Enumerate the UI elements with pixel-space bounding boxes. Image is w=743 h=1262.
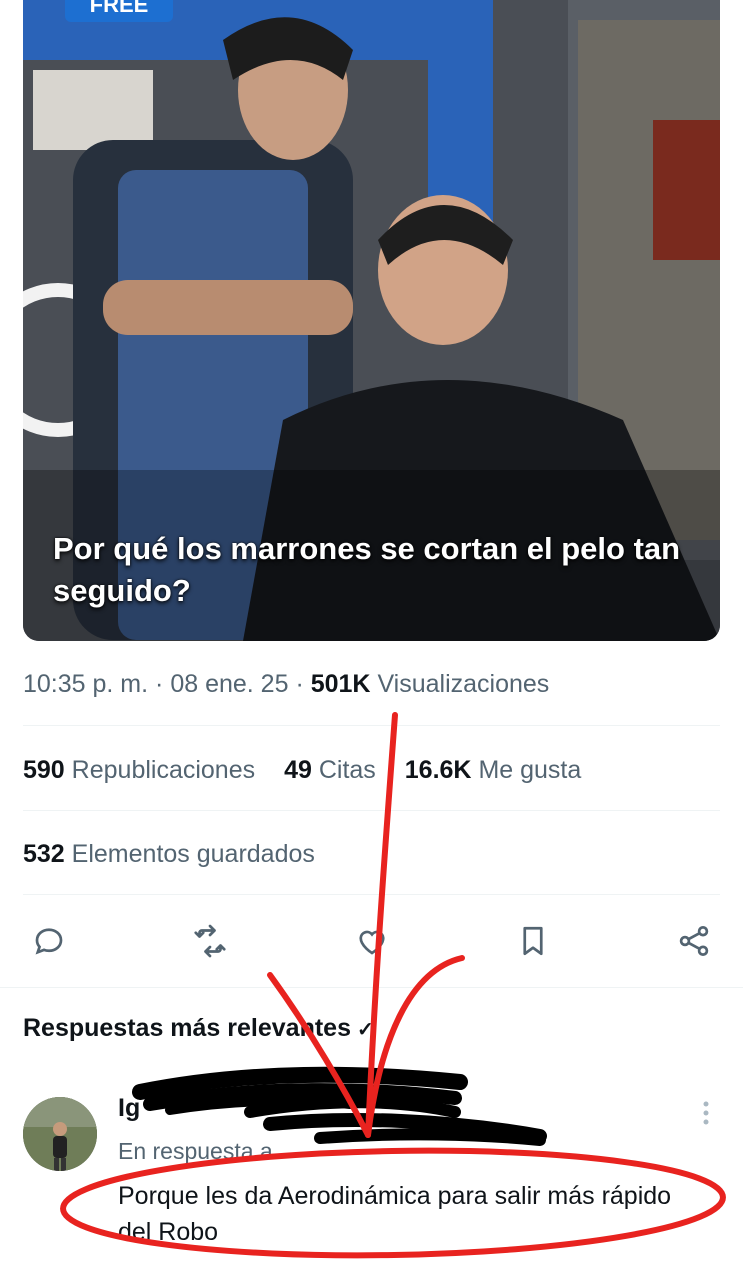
bookmark-icon — [523, 926, 543, 956]
quotes-stat[interactable]: 49 Citas — [284, 756, 376, 785]
reply-text: Porque les da Aerodinámica para salir má… — [118, 1182, 672, 1246]
bookmarks-label: Elementos guardados — [71, 840, 315, 868]
engagement-stats: 590 Republicaciones 49 Citas 16.6K Me gu… — [23, 756, 603, 785]
share-icon — [679, 926, 709, 956]
meta-separator: · — [295, 670, 311, 698]
likes-label: Me gusta — [478, 756, 582, 784]
likes-stat[interactable]: 16.6K Me gusta — [405, 756, 582, 785]
replies-title: Respuestas más relevantes — [23, 1014, 351, 1042]
like-button[interactable] — [346, 915, 398, 967]
quotes-count: 49 — [284, 756, 312, 784]
free-badge: FREE — [65, 0, 173, 22]
divider — [23, 810, 720, 811]
section-divider — [0, 987, 743, 988]
bookmark-button[interactable] — [507, 915, 559, 967]
quotes-label: Citas — [318, 756, 376, 784]
reply-author-name[interactable]: Ig — [118, 1094, 140, 1123]
media-caption: Por qué los marrones se cortan el pelo t… — [53, 531, 681, 608]
action-bar — [23, 915, 720, 967]
scribble-redaction — [132, 1066, 547, 1146]
tweet-meta: 10:35 p. m. · 08 ene. 25 · 501K Visualiz… — [23, 670, 549, 699]
views-label: Visualizaciones — [377, 670, 550, 698]
reposts-count: 590 — [23, 756, 65, 784]
avatar-image — [23, 1097, 97, 1171]
bookmarks-stat[interactable]: 532 Elementos guardados — [23, 840, 315, 869]
tweet-date[interactable]: 08 ene. 25 — [170, 670, 288, 698]
reply-icon — [35, 928, 63, 955]
share-button[interactable] — [668, 915, 720, 967]
meta-separator: · — [155, 670, 171, 698]
divider — [23, 894, 720, 895]
more-options-icon[interactable] — [696, 1098, 716, 1128]
likes-count: 16.6K — [404, 756, 472, 784]
tweet-time[interactable]: 10:35 p. m. — [23, 670, 148, 698]
chevron-down-icon: ✓ — [356, 1019, 374, 1041]
avatar[interactable] — [23, 1097, 97, 1171]
repost-icon — [194, 924, 226, 958]
bookmarks-count: 532 — [23, 840, 65, 868]
like-icon — [358, 930, 385, 955]
reply-context: En respuesta a — [118, 1138, 273, 1164]
tweet-media-image[interactable]: FREE Por qué los marrones se cortan el p… — [23, 0, 720, 641]
reply-button[interactable] — [23, 915, 75, 967]
reposts-label: Republicaciones — [71, 756, 256, 784]
divider — [23, 725, 720, 726]
replies-sort-toggle[interactable]: Respuestas más relevantes ✓ — [23, 1014, 374, 1043]
repost-button[interactable] — [184, 915, 236, 967]
views-count: 501K — [310, 670, 371, 698]
reposts-stat[interactable]: 590 Republicaciones — [23, 756, 255, 785]
